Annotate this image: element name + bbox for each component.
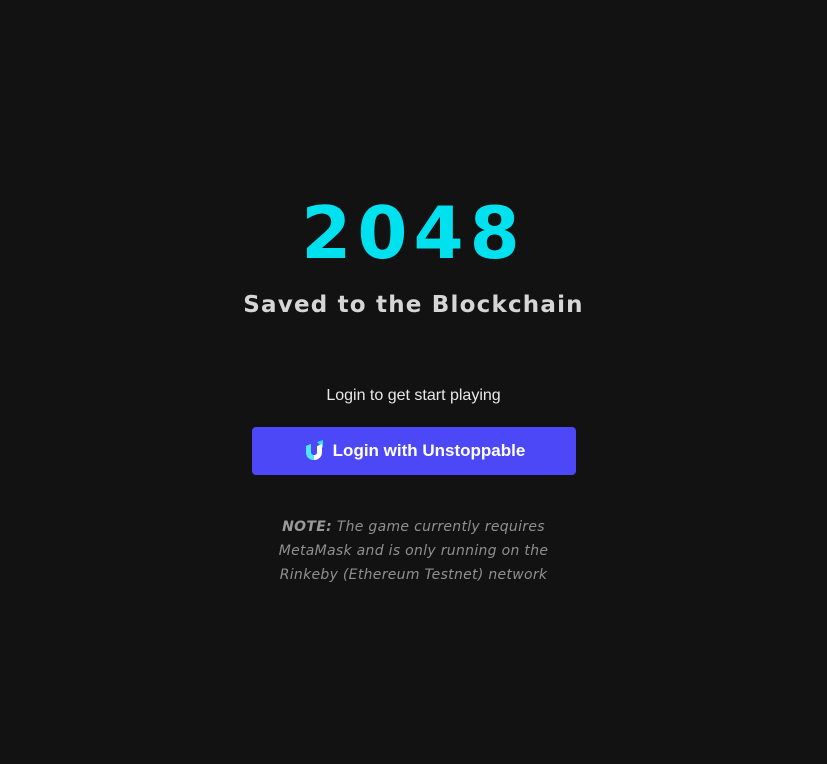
note-line-1-text: The game currently requires: [331, 519, 545, 535]
login-page: 2048 Saved to the Blockchain Login to ge…: [0, 0, 827, 764]
game-title: 2048: [301, 191, 526, 275]
note-line-1: NOTE: The game currently requires: [0, 515, 827, 539]
note-label: NOTE:: [282, 519, 332, 535]
login-with-unstoppable-button[interactable]: Login with Unstoppable: [252, 427, 576, 475]
note-text: NOTE: The game currently requires MetaMa…: [0, 515, 827, 587]
unstoppable-domains-icon: [303, 440, 325, 462]
login-button-label: Login with Unstoppable: [332, 441, 526, 460]
note-line-3: Rinkeby (Ethereum Testnet) network: [279, 567, 548, 583]
login-prompt: Login to get start playing: [326, 387, 501, 404]
game-subtitle: Saved to the Blockchain: [243, 292, 584, 318]
note-line-2: MetaMask and is only running on the: [278, 543, 549, 559]
